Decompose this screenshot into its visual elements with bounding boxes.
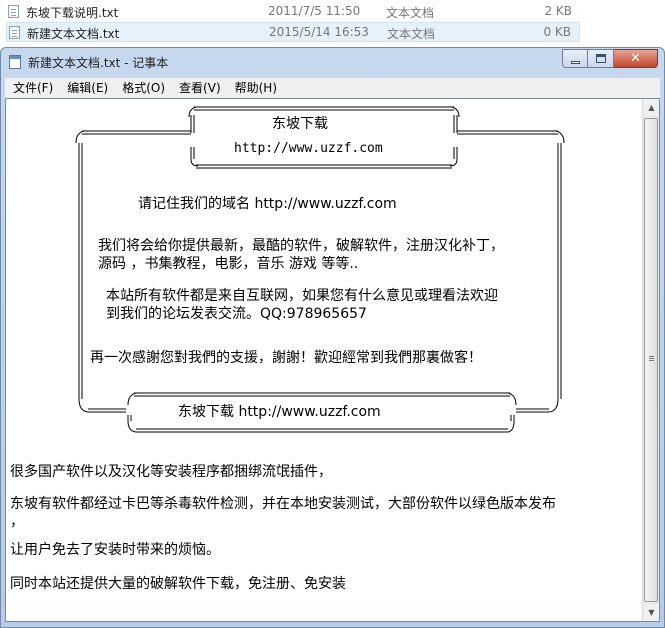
minimize-icon xyxy=(571,61,580,64)
file-size: 2 KB xyxy=(544,4,572,18)
remember-domain: 请记住我们的域名 http://www.uzzf.com xyxy=(138,196,397,212)
paragraph: ， xyxy=(10,514,24,530)
text-file-icon xyxy=(9,26,20,39)
thanks-line: 再一次感謝您對我們的支援，謝謝！歡迎經常到我們那裏做客！ xyxy=(90,350,482,366)
file-name: 新建文本文档.txt xyxy=(27,27,120,41)
scrollbar-thumb[interactable] xyxy=(644,118,658,602)
text-editor[interactable]: 东坡下载 http://www.uzzf.com 请记住我们的域名 http:/… xyxy=(5,98,660,622)
window-title: 新建文本文档.txt - 记事本 xyxy=(28,56,169,70)
scroll-down-icon[interactable]: ▼ xyxy=(643,604,659,621)
explorer-file-list: 东坡下载说明.txt 2011/7/5 11:50 文本文档 2 KB 新建文本… xyxy=(0,0,665,46)
file-size: 0 KB xyxy=(543,25,571,39)
text-file-icon xyxy=(8,5,19,18)
grip-icon xyxy=(649,356,654,357)
file-type: 文本文档 xyxy=(387,27,436,41)
text-content[interactable]: 东坡下载 http://www.uzzf.com 请记住我们的域名 http:/… xyxy=(6,99,642,621)
intro-line-1: 我们将会给你提供最新，最酷的软件，破解软件，注册汉化补丁， xyxy=(98,238,504,254)
footer-line: 东坡下载 http://www.uzzf.com xyxy=(178,404,381,420)
menu-format[interactable]: 格式(O) xyxy=(115,78,172,98)
minimize-button[interactable] xyxy=(562,49,588,68)
notepad-window: 新建文本文档.txt - 记事本 ✕ 文件(F) 编辑(E) 格式(O) 查看(… xyxy=(0,47,665,628)
notepad-icon[interactable] xyxy=(9,55,21,69)
menu-file[interactable]: 文件(F) xyxy=(5,78,60,98)
intro-line-2: 源码 ，书集教程，电影，音乐 游戏 等等.. xyxy=(98,256,359,272)
maximize-button[interactable] xyxy=(588,49,614,68)
scroll-up-icon[interactable]: ▲ xyxy=(643,99,659,116)
file-row-selected[interactable]: 新建文本文档.txt 2015/5/14 16:53 文本文档 0 KB xyxy=(6,22,580,42)
file-type: 文本文档 xyxy=(386,6,435,20)
caption-buttons: ✕ xyxy=(562,49,658,68)
file-date: 2015/5/14 16:53 xyxy=(269,25,369,39)
paragraph: 让用户免去了安装时带来的烦恼。 xyxy=(10,542,220,558)
paragraph: 东坡有软件都经过卡巴等杀毒软件检测，并在本地安装测试，大部份软件以绿色版本发布 xyxy=(10,496,556,512)
file-name: 东坡下载说明.txt xyxy=(26,6,119,20)
paragraph: 很多国产软件以及汉化等安装程序都捆绑流氓插件， xyxy=(10,464,332,480)
source-line-2: 到我们的论坛发表交流。QQ:978965657 xyxy=(106,306,367,322)
menu-edit[interactable]: 编辑(E) xyxy=(60,78,115,98)
source-line-1: 本站所有软件都是来自互联网，如果您有什么意见或理看法欢迎 xyxy=(106,288,498,304)
header-url: http://www.uzzf.com xyxy=(234,141,383,156)
menu-view[interactable]: 查看(V) xyxy=(172,78,228,98)
paragraph: 同时本站还提供大量的破解软件下载，免注册、免安装 xyxy=(10,576,346,592)
close-button[interactable]: ✕ xyxy=(614,49,658,68)
close-icon: ✕ xyxy=(630,51,641,66)
vertical-scrollbar[interactable]: ▲ ▼ xyxy=(642,99,659,621)
menu-help[interactable]: 帮助(H) xyxy=(228,78,284,98)
maximize-icon xyxy=(596,54,606,63)
title-bar[interactable]: 新建文本文档.txt - 记事本 ✕ xyxy=(1,48,664,76)
file-row[interactable]: 东坡下载说明.txt 2011/7/5 11:50 文本文档 2 KB xyxy=(6,2,580,22)
header-title: 东坡下载 xyxy=(272,116,328,132)
file-date: 2011/7/5 11:50 xyxy=(268,4,361,18)
menu-bar: 文件(F) 编辑(E) 格式(O) 查看(V) 帮助(H) xyxy=(5,78,660,98)
